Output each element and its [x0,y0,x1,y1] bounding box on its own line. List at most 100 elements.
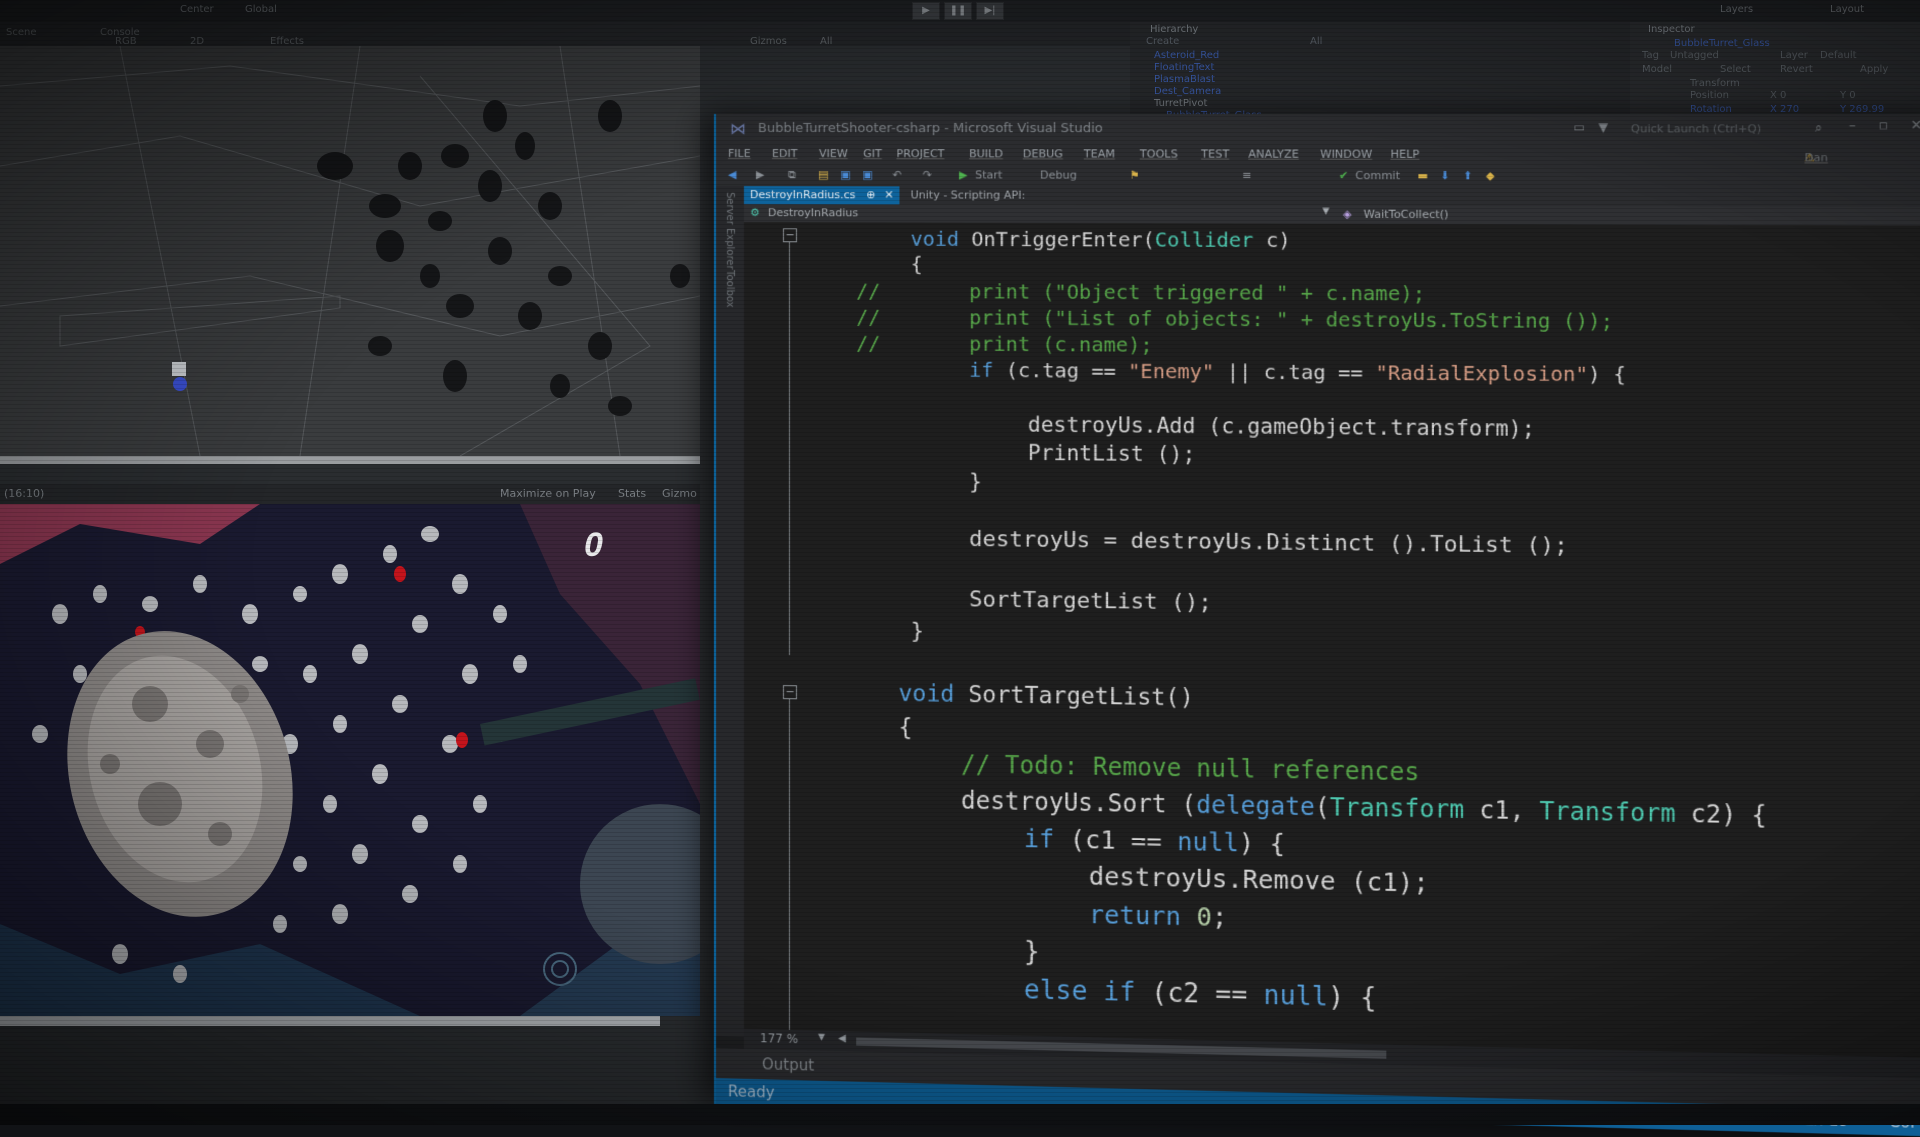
position-x-field[interactable]: X 0 [1770,90,1786,101]
push-icon[interactable]: ⬆ [1463,169,1473,182]
game-view[interactable]: 0 [0,504,700,1016]
server-explorer-tab[interactable]: Server Explorer [724,192,735,270]
menu-project[interactable]: PROJECT [896,147,944,160]
layers-dropdown[interactable]: Layers [1720,4,1753,15]
tag-dropdown[interactable]: Untagged [1670,50,1719,61]
bookmark-icon[interactable]: ⚑ [1130,169,1140,182]
configuration-dropdown[interactable]: Debug [1040,168,1077,181]
tab-unity-scripting-api[interactable]: Unity - Scripting API: [905,186,1047,204]
hierarchy-title[interactable]: Hierarchy [1150,24,1198,35]
status-text: Ready [727,1082,775,1102]
hierarchy-item[interactable]: PlasmaBlast [1154,74,1215,85]
menu-file[interactable]: FILE [728,147,751,160]
code-line: SortTargetList (); [969,587,1212,616]
panel-divider[interactable] [0,456,700,464]
chevron-down-icon[interactable]: ▼ [1322,206,1329,216]
redo-icon[interactable]: ↷ [923,168,932,181]
code-line: destroyUs.Remove (c1); [1088,861,1429,898]
close-button[interactable]: ✕ [1910,118,1920,133]
step-button[interactable]: ▶| [976,2,1004,20]
save-icon[interactable]: ▣ [840,168,850,181]
undo-icon[interactable]: ↶ [892,168,901,181]
class-dropdown[interactable]: DestroyInRadius [768,206,858,219]
maximize-on-play-toggle[interactable]: Maximize on Play [500,487,596,500]
menu-tools[interactable]: TOOLS [1140,147,1178,160]
feedback-icon[interactable]: ▼ [1598,120,1608,134]
hierarchy-search[interactable]: All [1310,36,1322,47]
forward-icon[interactable]: ▶ [756,168,764,181]
menu-build[interactable]: BUILD [969,147,1003,160]
score-label: 0 [584,526,603,564]
chevron-down-icon[interactable]: ▼ [818,1033,825,1043]
play-button[interactable]: ▶ [912,2,940,20]
menu-view[interactable]: VIEW [819,147,848,160]
hierarchy-create-button[interactable]: Create [1146,36,1179,47]
folder-icon[interactable]: ▬ [1417,169,1428,182]
maximize-button[interactable]: ▫ [1879,118,1888,133]
menu-help[interactable]: HELP [1390,148,1419,161]
game-view-header: (16:10) Maximize on Play Stats Gizmo [0,484,700,504]
menu-debug[interactable]: DEBUG [1023,147,1063,160]
member-dropdown[interactable]: WaitToCollect() [1364,208,1449,221]
code-line: destroyUs = destroyUs.Distinct ().ToList… [969,526,1568,559]
start-button[interactable]: Start [975,168,1002,181]
code-editor[interactable]: − − void OnTriggerEnter(Collider c) { //… [743,222,1920,1059]
pivot-global-toggle[interactable]: Global [245,4,277,15]
back-icon[interactable]: ◀ [728,168,736,181]
branch-icon[interactable]: ◆ [1486,169,1495,182]
collapse-icon[interactable]: − [782,228,797,243]
open-file-icon[interactable]: ▤ [818,168,828,181]
pivot-center-toggle[interactable]: Center [180,4,214,15]
hierarchy-item[interactable]: FloatingText [1154,62,1214,73]
menu-test[interactable]: TEST [1201,147,1229,160]
toolbox-tab[interactable]: Toolbox [724,270,735,308]
aspect-ratio-dropdown[interactable]: (16:10) [4,487,44,500]
code-line: //print (c.name); [856,330,1153,357]
menu-window[interactable]: WINDOW [1320,148,1372,161]
search-filter-all[interactable]: All [820,36,832,47]
transform-component-header[interactable]: Transform [1690,78,1740,89]
layout-dropdown[interactable]: Layout [1830,4,1864,15]
pause-button[interactable]: ❚❚ [944,2,972,20]
save-all-icon[interactable]: ▣ [862,168,872,181]
hierarchy-item[interactable]: Asteroid_Red [1154,50,1219,61]
tab-destroyinradius[interactable]: DestroyInRadius.cs ⊕ ✕ [743,186,900,205]
object-name-field[interactable]: BubbleTurret_Glass [1674,38,1770,49]
outline-line [788,236,790,656]
select-button[interactable]: Select [1720,64,1751,75]
commit-check-icon[interactable]: ✔ [1339,169,1349,182]
layer-dropdown[interactable]: Default [1820,50,1857,61]
minimize-button[interactable]: – [1849,118,1856,133]
pull-icon[interactable]: ⬇ [1440,169,1450,182]
position-y-field[interactable]: Y 0 [1840,90,1856,101]
commit-button[interactable]: Commit [1355,169,1400,182]
scene-view[interactable] [0,46,700,456]
revert-button[interactable]: Revert [1780,64,1813,75]
collapse-icon[interactable]: − [782,685,797,700]
game-view-scrollbar[interactable] [0,1016,660,1026]
tab-scene[interactable]: Scene [6,27,37,38]
quick-launch-input[interactable]: Quick Launch (Ctrl+Q) [1631,122,1761,135]
solution-icon[interactable]: ⧉ [788,168,796,182]
start-icon[interactable]: ▶ [959,168,968,181]
gizmos-dropdown[interactable]: Gizmos [750,36,787,47]
menu-analyze[interactable]: ANALYZE [1248,147,1299,160]
comment-icon[interactable]: ≡ [1242,169,1251,182]
apply-button[interactable]: Apply [1860,64,1888,75]
menu-git[interactable]: GIT [863,147,882,160]
stats-toggle[interactable]: Stats [618,487,646,500]
menu-edit[interactable]: EDIT [772,147,797,160]
code-line: void OnTriggerEnter(Collider c) [910,226,1291,253]
gizmos-toggle[interactable]: Gizmo [662,487,697,500]
hierarchy-item[interactable]: TurretPivot [1154,98,1207,109]
layer-label: Layer [1780,50,1808,61]
inspector-title[interactable]: Inspector [1648,24,1695,35]
close-tab-icon[interactable]: ✕ [884,188,893,201]
zoom-level[interactable]: 177 % [760,1031,798,1046]
menu-team[interactable]: TEAM [1084,147,1115,160]
pin-icon[interactable]: ⊕ [866,188,875,201]
notification-icon[interactable]: ▭ [1573,120,1585,134]
scroll-left-icon[interactable]: ◀ [838,1033,846,1044]
hierarchy-item[interactable]: Dest_Camera [1154,86,1221,97]
search-icon[interactable]: ⌕ [1815,120,1822,135]
